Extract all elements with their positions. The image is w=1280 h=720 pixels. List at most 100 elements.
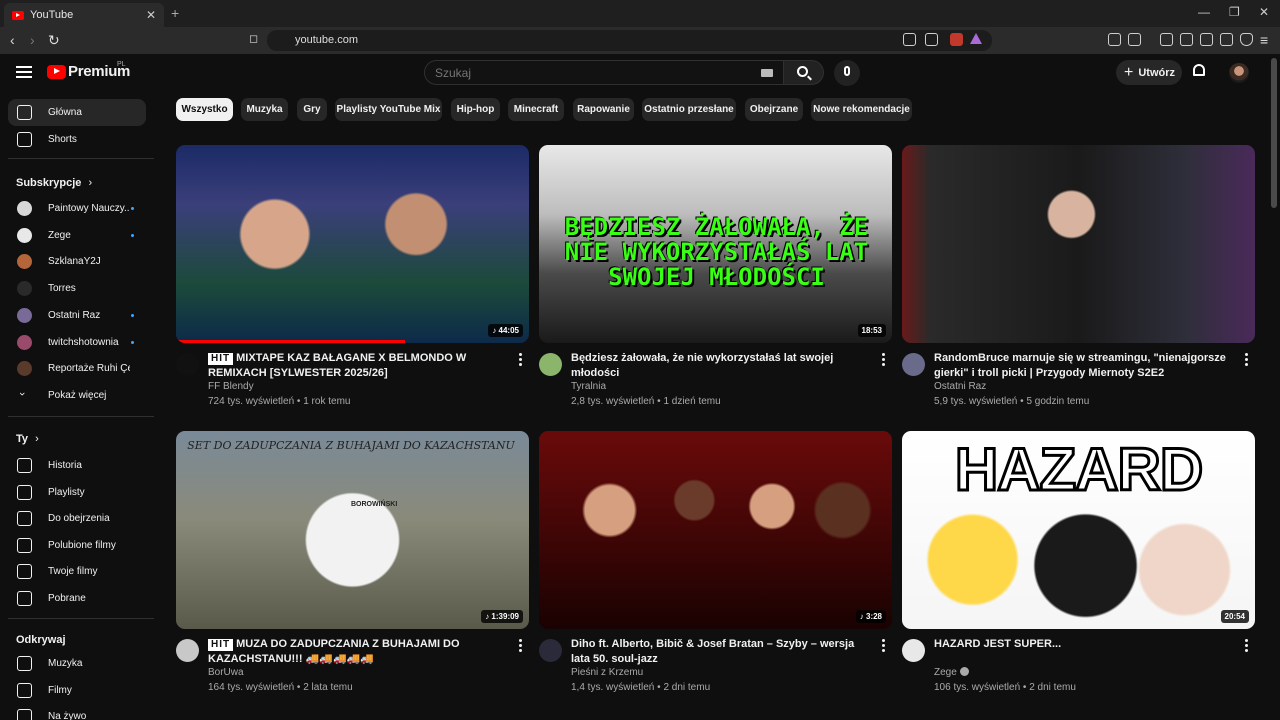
chip-wszystko[interactable]: Wszystko (176, 98, 233, 121)
chip-nowe-rekomendacje[interactable]: Nowe rekomendacje (811, 98, 912, 121)
more-actions-icon[interactable] (1245, 639, 1248, 652)
video-title[interactable]: Diho ft. Alberto, Bibič & Josef Bratan –… (571, 637, 871, 667)
window-close-button[interactable]: ✕ (1259, 5, 1269, 19)
sidebar-item-watch-later[interactable]: Do obejrzenia (8, 505, 146, 532)
search-input[interactable] (425, 61, 725, 84)
restore-button[interactable]: ❐ (1229, 5, 1240, 19)
hit-badge: HIT (208, 353, 234, 365)
download-icon[interactable] (1160, 33, 1173, 46)
more-actions-icon[interactable] (519, 353, 522, 366)
channel-name[interactable]: FF Blendy (208, 381, 254, 392)
chip-playlisty-youtube-mix[interactable]: Playlisty YouTube Mix (335, 98, 442, 121)
reader-icon[interactable] (1128, 33, 1141, 46)
sidebar-item-channel-avatar[interactable]: Zege (8, 222, 146, 249)
channel-name[interactable]: Ostatni Raz (934, 381, 986, 392)
channel-avatar[interactable] (902, 353, 925, 376)
video-title[interactable]: HAZARD JEST SUPER... (934, 637, 1234, 652)
page-scrollbar[interactable] (1271, 58, 1277, 208)
channel-avatar[interactable] (539, 639, 562, 662)
sidebar-item-show-more[interactable]: › Pokaż więcej (8, 382, 146, 409)
sidebar-item-downloads[interactable]: Pobrane (8, 585, 146, 612)
sidebar-toggle-icon[interactable] (1180, 33, 1193, 46)
sidebar-item-channel-avatar[interactable]: twitchshotownia (8, 329, 146, 356)
chip-gry[interactable]: Gry (297, 98, 327, 121)
video-title[interactable]: Będziesz żałowała, że nie wykorzystałaś … (571, 351, 871, 381)
sidebar-item-home[interactable]: Główna (8, 99, 146, 126)
sidebar-item-liked[interactable]: Polubione filmy (8, 532, 146, 559)
upload-age: 5 godzin temu (1026, 396, 1090, 407)
view-count: 5,9 tys. wyświetleń (934, 396, 1018, 407)
chip-hip-hop[interactable]: Hip-hop (451, 98, 500, 121)
channel-name[interactable]: Pieśni z Krzemu (571, 667, 643, 678)
rewards-icon[interactable] (970, 33, 982, 44)
reload-icon[interactable]: ↻ (48, 32, 60, 49)
sidebar-item-playlists[interactable]: Playlisty (8, 479, 146, 506)
channel-name[interactable]: Zege (934, 667, 969, 678)
channel-avatar[interactable] (539, 353, 562, 376)
video-thumbnail[interactable]: ♪ 44:05 (176, 145, 529, 343)
browser-menu-icon[interactable]: ≡ (1260, 32, 1268, 48)
brave-shield-icon[interactable] (950, 33, 963, 46)
sidebar-item-channel-avatar[interactable]: Torres (8, 275, 146, 302)
more-actions-icon[interactable] (882, 353, 885, 366)
sidebar-item-movies[interactable]: Filmy (8, 677, 146, 704)
more-actions-icon[interactable] (519, 639, 522, 652)
tab-close-icon[interactable]: ✕ (146, 8, 156, 22)
cast-icon[interactable] (903, 33, 916, 46)
bookmark-icon[interactable]: ◻ (249, 32, 258, 45)
chip-ostatnio-przesłane[interactable]: Ostatnio przesłane (642, 98, 736, 121)
channel-avatar[interactable] (902, 639, 925, 662)
vpn-icon[interactable] (1240, 33, 1253, 46)
account-avatar[interactable] (1229, 63, 1249, 83)
url-field[interactable]: youtube.com (267, 30, 992, 51)
your-videos-icon (17, 564, 32, 580)
youtube-premium-logo[interactable]: Premium PL (47, 61, 130, 80)
sidebar-item-music[interactable]: Muzyka (8, 650, 146, 677)
minimize-button[interactable]: — (1198, 5, 1210, 19)
you-heading[interactable]: Ty › (16, 433, 39, 445)
video-title[interactable]: HIT MIXTAPE KAZ BAŁAGANE X BELMONDO W REM… (208, 351, 508, 381)
sidebar-item-channel-avatar[interactable]: Reportaże Ruhi Çen... (8, 355, 146, 382)
guide-menu-icon[interactable] (16, 66, 32, 78)
sidebar-item-live[interactable]: Na żywo (8, 703, 146, 720)
watch-progress-bar (176, 340, 406, 343)
chip-minecraft[interactable]: Minecraft (508, 98, 564, 121)
video-thumbnail[interactable]: ♪ 3:28 (539, 431, 892, 629)
channel-avatar[interactable] (176, 639, 199, 662)
sidebar-item-history[interactable]: Historia (8, 452, 146, 479)
video-thumbnail[interactable]: BĘDZIESZ ŻAŁOWAŁA, ŻE NIE WYKORZYSTAŁAŚ … (539, 145, 892, 343)
keyboard-icon[interactable] (761, 69, 773, 77)
share-icon[interactable] (925, 33, 938, 46)
channel-avatar[interactable] (176, 353, 199, 376)
notifications-bell-icon[interactable] (1193, 64, 1207, 78)
chip-muzyka[interactable]: Muzyka (241, 98, 288, 121)
sidebar-item-your-videos[interactable]: Twoje filmy (8, 558, 146, 585)
chip-rapowanie[interactable]: Rapowanie (573, 98, 634, 121)
url-text: youtube.com (295, 34, 358, 46)
forward-icon[interactable]: › (30, 32, 35, 48)
video-thumbnail[interactable]: SET DO ZADUPCZANIA Z BUHAJAMI DO KAZACHS… (176, 431, 529, 629)
create-button[interactable]: + Utwórz (1116, 60, 1182, 85)
ai-icon[interactable] (1220, 33, 1233, 46)
subscriptions-heading[interactable]: Subskrypcje › (16, 177, 92, 189)
channel-name[interactable]: BorUwa (208, 667, 244, 678)
channel-name[interactable]: Tyralnia (571, 381, 606, 392)
browser-tab[interactable]: YouTube ✕ (4, 3, 164, 27)
sidebar-item-channel-avatar[interactable]: SzklanaY2J (8, 248, 146, 275)
sidebar-item-channel-avatar[interactable]: Ostatni Raz (8, 302, 146, 329)
voice-search-button[interactable] (834, 60, 860, 86)
video-thumbnail[interactable] (902, 145, 1255, 343)
more-actions-icon[interactable] (1245, 353, 1248, 366)
video-title[interactable]: RandomBruce marnuje się w streamingu, "n… (934, 351, 1234, 381)
extensions-icon[interactable] (1108, 33, 1121, 46)
video-thumbnail[interactable]: HAZARD 20:54 (902, 431, 1255, 629)
search-button[interactable] (783, 60, 824, 85)
chip-obejrzane[interactable]: Obejrzane (745, 98, 803, 121)
more-actions-icon[interactable] (882, 639, 885, 652)
wallet-icon[interactable] (1200, 33, 1213, 46)
back-icon[interactable]: ‹ (10, 32, 15, 48)
new-tab-button[interactable]: + (171, 5, 179, 21)
sidebar-item-channel-avatar[interactable]: Paintowy Nauczy... (8, 195, 146, 222)
sidebar-item-shorts[interactable]: Shorts (8, 126, 146, 153)
video-title[interactable]: HIT MUZA DO ZADUPCZANIA Z BUHAJAMI DO KAZ… (208, 637, 508, 667)
